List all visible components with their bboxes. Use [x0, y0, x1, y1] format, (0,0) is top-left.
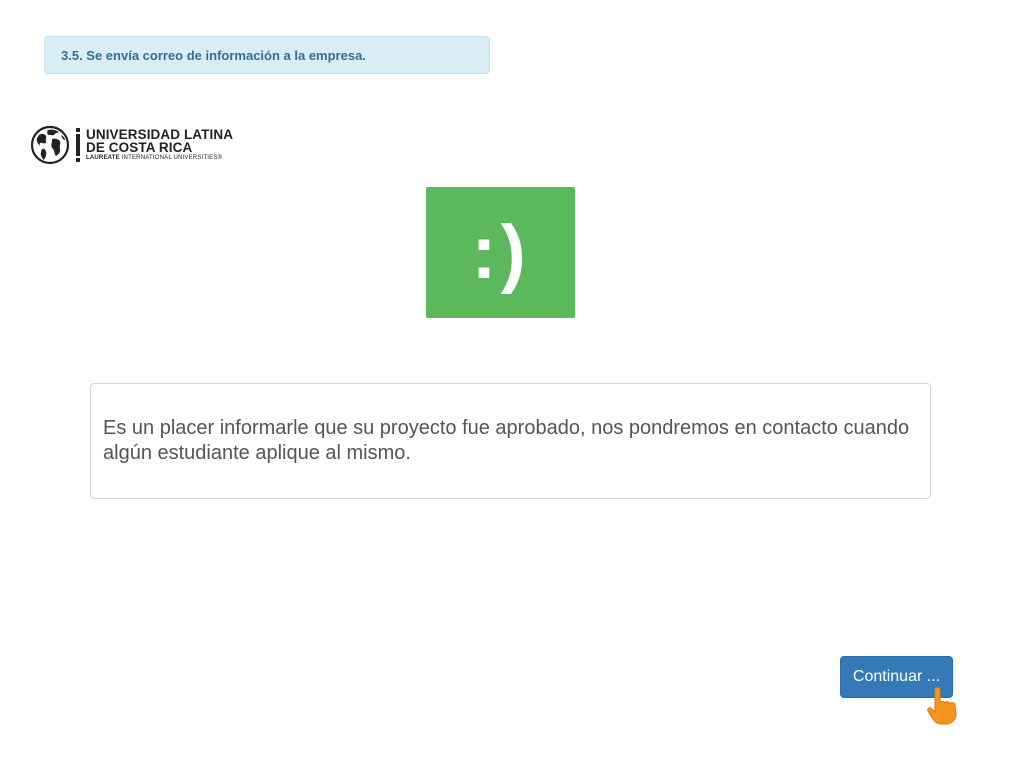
- approval-message: Es un placer informarle que su proyecto …: [103, 417, 910, 464]
- globe-icon: [30, 125, 70, 165]
- page: 3.5. Se envía correo de información a la…: [0, 0, 1024, 768]
- logo-line-3: LAUREATE INTERNATIONAL UNIVERSITIES®: [86, 154, 233, 163]
- step-banner: 3.5. Se envía correo de información a la…: [44, 36, 490, 74]
- logo-line-2: DE COSTA RICA: [86, 139, 193, 155]
- message-panel: Es un placer informarle que su proyecto …: [90, 383, 931, 499]
- logo-line-3-bold: LAUREATE: [86, 154, 120, 161]
- logo-separator: [76, 128, 80, 162]
- university-logo: UNIVERSIDAD LATINA DE COSTA RICA LAUREAT…: [30, 124, 233, 166]
- step-banner-text: 3.5. Se envía correo de información a la…: [61, 47, 366, 63]
- pointing-hand-icon: [927, 687, 957, 725]
- logo-line-3-rest: INTERNATIONAL UNIVERSITIES®: [119, 154, 223, 161]
- logo-wordmark: UNIVERSIDAD LATINA DE COSTA RICA LAUREAT…: [86, 126, 234, 163]
- logo-line-1: UNIVERSIDAD LATINA: [86, 126, 234, 142]
- success-smiley-box: :): [426, 187, 575, 318]
- smiley-text: :): [471, 209, 530, 295]
